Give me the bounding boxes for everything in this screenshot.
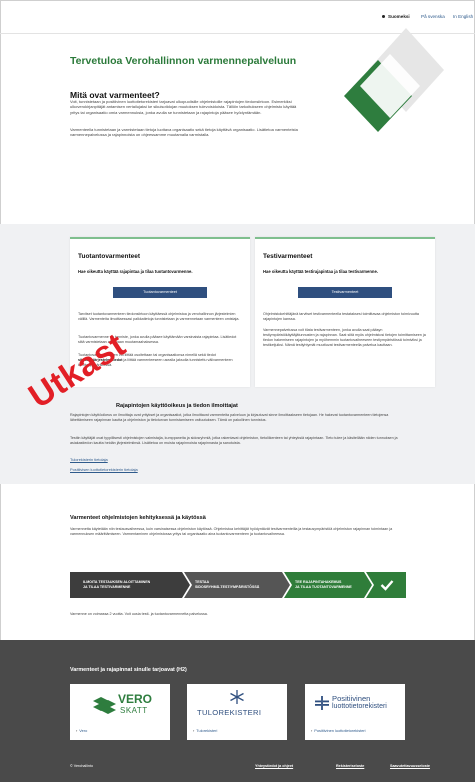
footer-link-accessibility[interactable]: Saavutettavuusseloste bbox=[390, 764, 430, 768]
development-section-title: Varmenteet ohjelmistojen kehityksessä ja… bbox=[70, 515, 206, 521]
access-section-title: Rajapintojen käyttöoikeus ja tiedon ilmo… bbox=[116, 403, 238, 409]
positiivinen-data-link[interactable]: Positiivisen luottotietorekisterin tieto… bbox=[70, 467, 138, 472]
footer-card-vero[interactable]: VERO SKATT Vero bbox=[70, 684, 170, 740]
card-paragraph: Ohjelmistokehittäjänä tarvitset testivar… bbox=[263, 312, 419, 321]
hero-paragraph-1: Voit, tunnistetaan ja positiivinen luott… bbox=[70, 99, 297, 115]
skatt-logo-text: SKATT bbox=[120, 706, 148, 715]
footer-card-positiivinen[interactable]: Positiivinen luottotietorekisteri Positi… bbox=[305, 684, 405, 740]
access-paragraph-2: Testiin käyttäjät ovat tyypillisesti ohj… bbox=[70, 436, 398, 445]
tulorekisteri-data-link[interactable]: Tulorekisterin tietolaja bbox=[70, 457, 108, 462]
development-paragraph: Varmennetta käytetään niin testausvaihee… bbox=[70, 527, 393, 536]
vero-logo bbox=[93, 697, 116, 714]
card-test-certificates: Testivarmenteet Hae oikeutta käyttää tes… bbox=[255, 237, 435, 387]
footer-card-tulorekisteri[interactable]: TULOREKISTERI Tulorekisteri bbox=[187, 684, 287, 740]
footer-link-contact[interactable]: Yhteystiedot ja ohjeet bbox=[255, 764, 293, 768]
footer-link-positiivinen[interactable]: Positiivinen luottotietorekisteri bbox=[311, 728, 365, 733]
footer-link-vero[interactable]: Vero bbox=[76, 728, 87, 733]
hero-paragraph-2: Varmenteella tunnistetaan ja varmistetaa… bbox=[70, 127, 298, 138]
page-title: Tervetuloa Verohallinnon varmennepalvelu… bbox=[70, 55, 297, 67]
step-3-line2: JA TILAA TUOTANTOVARMENNE bbox=[295, 585, 352, 589]
step-1-line2: JA TILAA TESTIVARMENNE bbox=[83, 585, 131, 589]
footer-copyright: © Verohallinto bbox=[70, 764, 94, 768]
step-2-line2: SIDOSRYHMÄ-TESTIYMPÄRISTÖSSÄ bbox=[195, 585, 260, 589]
language-sv[interactable]: På svenska bbox=[421, 14, 445, 19]
language-en[interactable]: In English bbox=[453, 14, 473, 19]
card-paragraph: Varmennepalvelussa voit tilata testivarm… bbox=[263, 328, 426, 347]
positiivinen-logo-line2: luottotietorekisteri bbox=[332, 703, 387, 710]
card-paragraph: Tarvitset tuotantovarmenteen tiedonsiirt… bbox=[78, 312, 240, 321]
card-subtitle: Hae oikeutta käyttää testirajapintaa ja … bbox=[263, 269, 378, 274]
validity-note: Varmenne on voimassa 2 vuotta. Voit uusi… bbox=[70, 612, 208, 616]
step-1: ILMOITA TESTAUKSEN ALOITTAMINEN JA TILAA… bbox=[70, 572, 182, 598]
footer-title: Varmenteet ja rajapinnat sinulle tarjoav… bbox=[70, 667, 187, 673]
tulorekisteri-star-icon bbox=[230, 690, 244, 704]
footer-link-tulorekisteri[interactable]: Tulorekisteri bbox=[193, 728, 217, 733]
access-paragraph-1: Rajapintojen käyttöoikeus on ilmoittaja … bbox=[70, 413, 389, 422]
positiivinen-logo-icon bbox=[315, 696, 329, 710]
card-subtitle: Hae oikeutta käyttää rajapintaa ja tilaa… bbox=[78, 269, 193, 274]
card-title: Testivarmenteet bbox=[263, 253, 313, 260]
footer-link-register[interactable]: Rekisteriseloste bbox=[336, 764, 364, 768]
positiivinen-logo-line1: Positiivinen bbox=[332, 694, 371, 703]
checkmark-icon bbox=[380, 580, 394, 591]
vero-logo-text: VERO bbox=[118, 692, 153, 706]
active-language-dot bbox=[382, 15, 385, 18]
tulorekisteri-logo-text: TULOREKISTERI bbox=[197, 708, 262, 717]
production-certificates-button[interactable]: Tuotantovarmenteet bbox=[113, 287, 207, 298]
step-3: TEE RAJAPINTAHAKEMUS JA TILAA TUOTANTOVA… bbox=[282, 572, 367, 598]
test-certificates-button[interactable]: Testivarmenteet bbox=[298, 287, 392, 298]
hero-diamond-graphic bbox=[344, 28, 444, 132]
process-steps: ILMOITA TESTAUKSEN ALOITTAMINEN JA TILAA… bbox=[70, 572, 406, 598]
language-fi[interactable]: Suomeksi bbox=[388, 14, 410, 19]
step-2: TESTAA SIDOSRYHMÄ-TESTIYMPÄRISTÖSSÄ bbox=[182, 572, 282, 598]
card-title: Tuotantovarmenteet bbox=[78, 253, 140, 260]
